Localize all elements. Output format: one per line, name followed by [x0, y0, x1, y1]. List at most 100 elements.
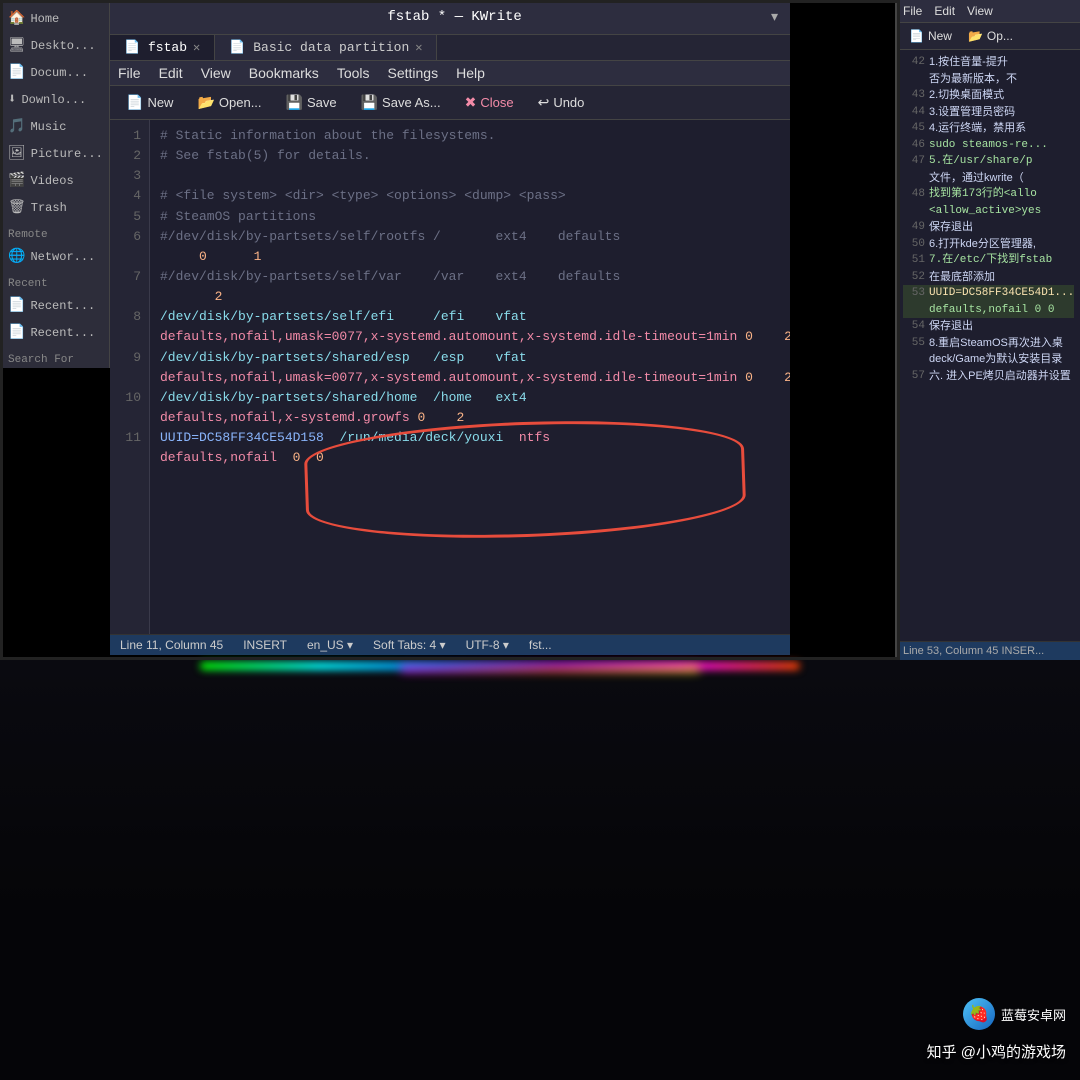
desktop-icon: 🖥 — [8, 37, 26, 54]
right-line-50: 50 6.打开kde分区管理器, — [903, 236, 1074, 253]
menu-tools[interactable]: Tools — [337, 65, 370, 81]
right-menu-file[interactable]: File — [903, 4, 922, 18]
menu-bar: File Edit View Bookmarks Tools Settings … — [110, 61, 790, 86]
sidebar-item-home[interactable]: 🏠 Home — [0, 5, 109, 32]
open-button[interactable]: 📂 Open... — [187, 90, 271, 115]
sidebar-item-label: Networ... — [30, 250, 95, 264]
right-panel: File Edit View 📄 New 📂 Op... 42 1.按住音量-提… — [895, 0, 1080, 660]
right-line-55b: deck/Game为默认安装目录 — [903, 351, 1074, 368]
right-line-47b: 文件，通过kwrite（ — [903, 170, 1074, 187]
right-open-button[interactable]: 📂 Op... — [962, 27, 1019, 45]
right-new-icon: 📄 — [909, 29, 924, 43]
sidebar-section-recent: Recent — [0, 274, 109, 292]
right-status-bar: Line 53, Column 45 INSER... — [897, 641, 1080, 660]
code-line-2: # See fstab(5) for details. — [160, 146, 780, 166]
open-label: Open... — [219, 95, 262, 110]
tab-fstab[interactable]: 📄 fstab ✕ — [110, 35, 215, 60]
documents-icon: 📄 — [8, 64, 25, 81]
code-content[interactable]: # Static information about the filesyste… — [150, 120, 790, 634]
tab-basic-data-partition[interactable]: 📄 Basic data partition ✕ — [215, 35, 437, 60]
sidebar-item-label: Recent... — [30, 326, 95, 340]
right-menu-edit[interactable]: Edit — [934, 4, 955, 18]
right-line-52: 52 在最底部添加 — [903, 269, 1074, 286]
code-line-3 — [160, 166, 780, 186]
menu-settings[interactable]: Settings — [388, 65, 439, 81]
sidebar-item-label: Videos — [30, 174, 73, 188]
sidebar-item-trash[interactable]: 🗑 Trash — [0, 194, 109, 221]
sidebar-item-network[interactable]: 🌐 Networ... — [0, 243, 109, 270]
save-button[interactable]: 💾 Save — [276, 90, 347, 115]
menu-edit[interactable]: Edit — [159, 65, 183, 81]
sidebar-item-label: Recent... — [30, 299, 95, 313]
menu-view[interactable]: View — [201, 65, 231, 81]
sidebar-item-music[interactable]: 🎵 Music — [0, 113, 109, 140]
file-icon-2: 📄 — [8, 324, 25, 341]
right-line-49: 49 保存退出 — [903, 219, 1074, 236]
status-bar: Line 11, Column 45 INSERT en_US ▾ Soft T… — [110, 634, 790, 655]
code-line-10b: defaults,nofail,x-systemd.growfs 0 2 — [160, 408, 780, 428]
right-line-42b: 否为最新版本，不 — [903, 71, 1074, 88]
right-menu-view[interactable]: View — [967, 4, 993, 18]
sidebar-item-recent1[interactable]: 📄 Recent... — [0, 292, 109, 319]
sidebar-item-label: Picture... — [31, 147, 103, 161]
menu-help[interactable]: Help — [456, 65, 485, 81]
network-icon: 🌐 — [8, 248, 25, 265]
file-icon: 📄 — [8, 297, 25, 314]
close-label: Close — [480, 95, 513, 110]
status-tabs[interactable]: Soft Tabs: 4 ▾ — [373, 638, 446, 652]
right-line-53b: defaults,nofail 0 0 — [903, 302, 1074, 319]
music-icon: 🎵 — [8, 118, 25, 135]
rgb-strip-2 — [400, 666, 700, 672]
save-as-button[interactable]: 💾 Save As... — [351, 90, 451, 115]
right-line-46: 46 sudo steamos-re... — [903, 137, 1074, 154]
right-line-55: 55 8.重启SteamOS再次进入桌 — [903, 335, 1074, 352]
save-label: Save — [307, 95, 337, 110]
title-bar: fstab * — KWrite ▾ — [110, 0, 790, 35]
sidebar-item-label: Trash — [31, 201, 67, 215]
toolbar: 📄 New 📂 Open... 💾 Save 💾 Save As... ✖ Cl… — [110, 86, 790, 120]
menu-file[interactable]: File — [118, 65, 141, 81]
sidebar-item-videos[interactable]: 🎬 Videos — [0, 167, 109, 194]
line-numbers: 1 2 3 4 5 6 7 8 9 10 11 — [110, 120, 150, 634]
undo-button[interactable]: ↩ Undo — [528, 90, 595, 115]
right-status-text: Line 53, Column 45 INSER... — [903, 645, 1044, 657]
tab-basic-label: 📄 Basic data partition — [229, 40, 409, 55]
status-encoding[interactable]: UTF-8 ▾ — [466, 638, 509, 652]
save-as-icon: 💾 — [361, 94, 378, 111]
watermark-logo: 🍓 蓝莓安卓网 — [963, 998, 1066, 1030]
code-line-6b: 0 1 — [160, 247, 780, 267]
home-icon: 🏠 — [8, 10, 25, 27]
right-line-42: 42 1.按住音量-提升 — [903, 54, 1074, 71]
status-position: Line 11, Column 45 — [120, 638, 223, 652]
watermark-text: 知乎 @小鸡的游戏场 — [927, 1041, 1066, 1062]
menu-bookmarks[interactable]: Bookmarks — [249, 65, 319, 81]
undo-icon: ↩ — [538, 94, 550, 111]
sidebar-item-recent2[interactable]: 📄 Recent... — [0, 319, 109, 346]
code-line-4: # <file system> <dir> <type> <options> <… — [160, 186, 780, 206]
status-locale: en_US ▾ — [307, 638, 353, 652]
code-line-7: #/dev/disk/by-partsets/self/var /var ext… — [160, 267, 780, 287]
right-line-57: 57 六. 进入PE烤贝启动器并设置 — [903, 368, 1074, 385]
code-line-9b: defaults,nofail,umask=0077,x-systemd.aut… — [160, 368, 780, 388]
new-button[interactable]: 📄 New — [116, 90, 183, 115]
videos-icon: 🎬 — [8, 172, 25, 189]
save-as-label: Save As... — [382, 95, 441, 110]
sidebar-item-desktop[interactable]: 🖥 Deskto... — [0, 32, 109, 59]
new-label: New — [147, 95, 173, 110]
sidebar-item-downloads[interactable]: ⬇ Downlo... — [0, 86, 109, 113]
watermark-zhihu: 知乎 @小鸡的游戏场 — [927, 1041, 1066, 1062]
tab-fstab-close[interactable]: ✕ — [193, 40, 200, 55]
sidebar-item-pictures[interactable]: 🖼 Picture... — [0, 140, 109, 167]
right-menu-bar: File Edit View — [897, 0, 1080, 23]
file-manager-sidebar: 🏠 Home 🖥 Deskto... 📄 Docum... ⬇ Downlo..… — [0, 0, 110, 368]
sidebar-item-documents[interactable]: 📄 Docum... — [0, 59, 109, 86]
chevron-icon[interactable]: ▾ — [769, 6, 780, 28]
tab-basic-close[interactable]: ✕ — [415, 40, 422, 55]
right-new-button[interactable]: 📄 New — [903, 27, 958, 45]
close-button[interactable]: ✖ Close — [455, 90, 524, 115]
code-editor[interactable]: 1 2 3 4 5 6 7 8 9 10 11 # Static informa… — [110, 120, 790, 634]
right-toolbar: 📄 New 📂 Op... — [897, 23, 1080, 50]
right-open-icon: 📂 — [968, 29, 983, 43]
desk-background — [0, 660, 1080, 1080]
close-icon: ✖ — [465, 94, 477, 111]
